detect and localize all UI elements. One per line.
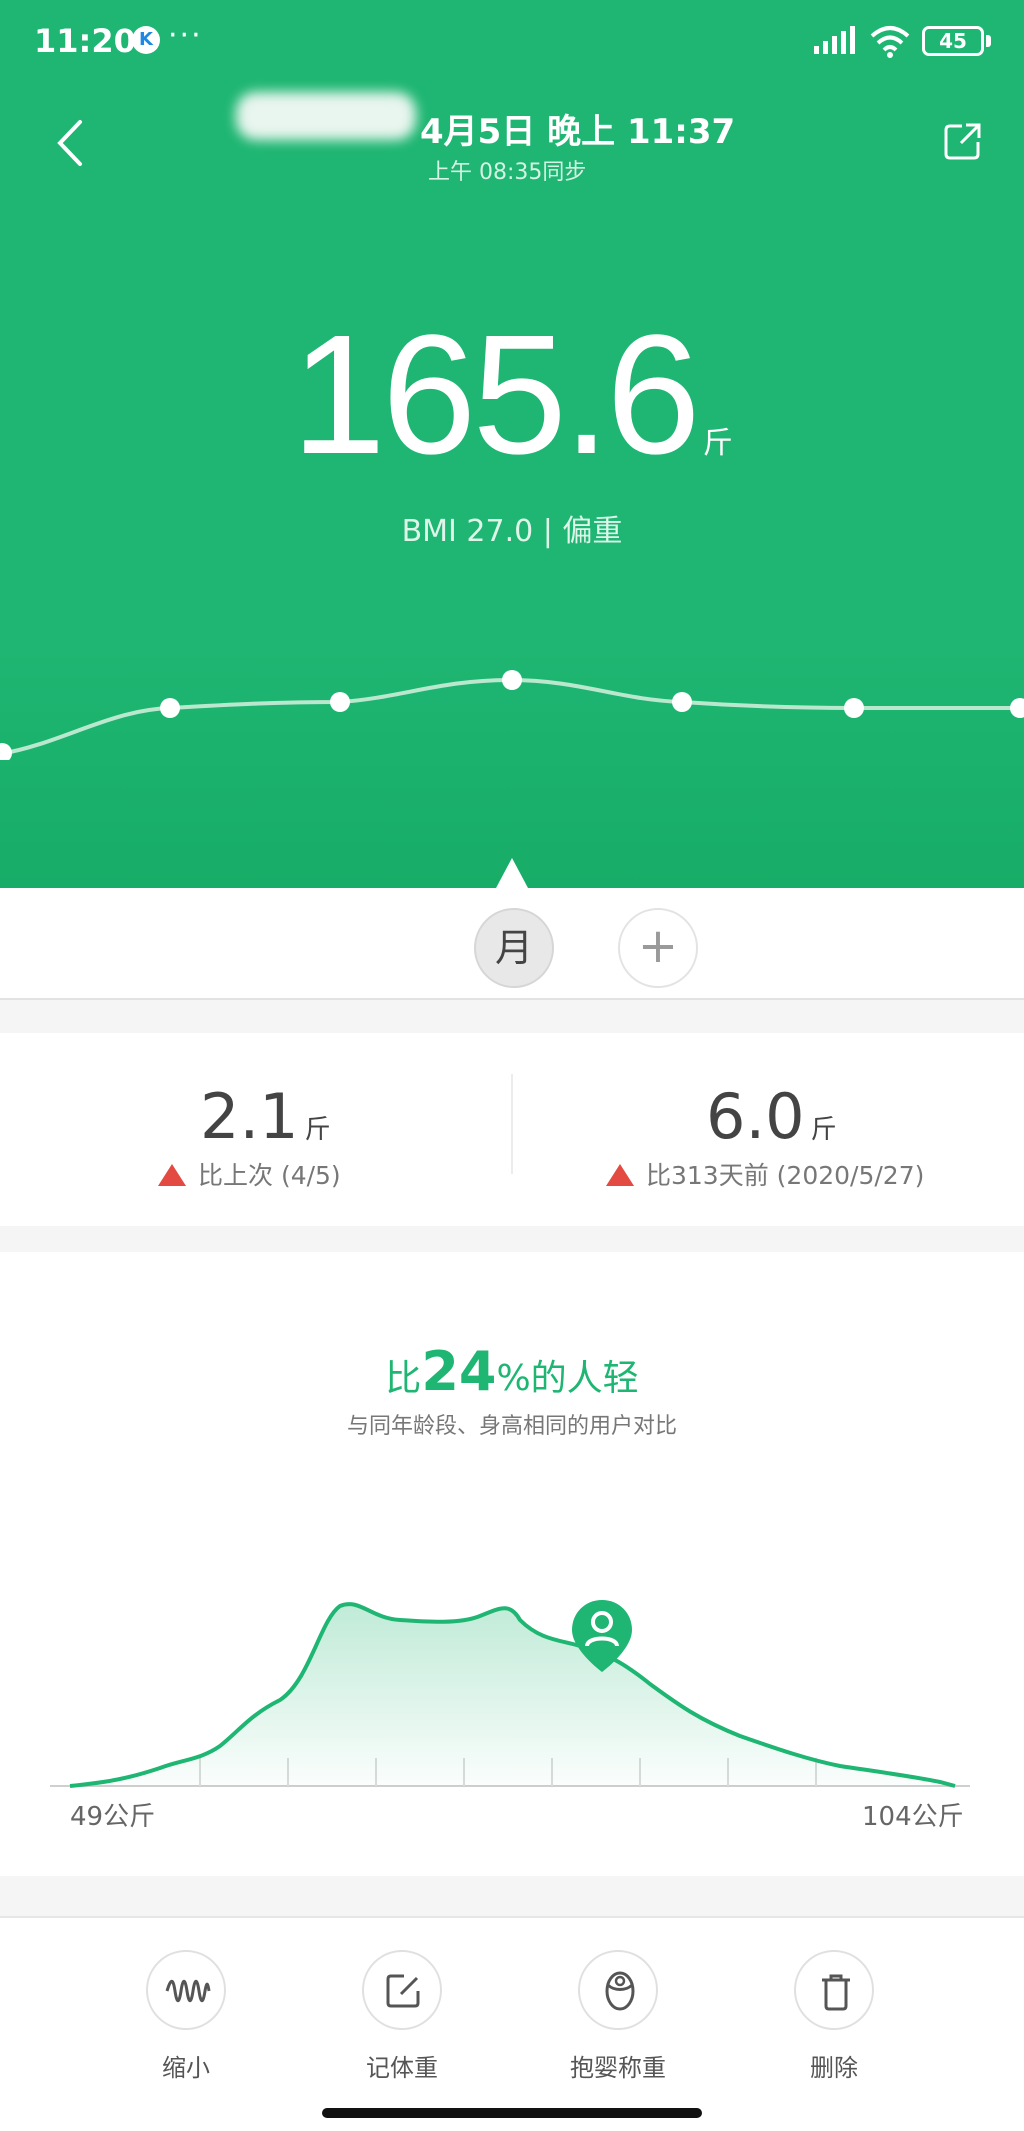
- record-weight-button[interactable]: 记体重: [342, 1950, 462, 2083]
- comparison-title: 比24%的人轻: [0, 1340, 1024, 1403]
- stat-past-number: 6.0: [706, 1080, 805, 1153]
- stat-last-text: 比上次 (4/5): [198, 1161, 341, 1190]
- weight-display: 165.6 斤: [0, 310, 1024, 480]
- trend-point: [672, 692, 692, 712]
- bmi-text: BMI 27.0 | 偏重: [401, 514, 623, 549]
- sync-time: 上午 08:35同步: [428, 160, 587, 185]
- wave-icon: [165, 1979, 211, 2003]
- distribution-min-label: 49公斤: [70, 1802, 156, 1832]
- trend-point: [502, 670, 522, 690]
- trend-point: [844, 698, 864, 718]
- back-arrow-icon[interactable]: [52, 118, 88, 168]
- weight-trend-chart[interactable]: [0, 640, 1024, 760]
- weight-unit: 斤: [702, 426, 733, 461]
- section-divider: [0, 998, 1024, 1033]
- stat-past-unit: 斤: [810, 1115, 837, 1145]
- stat-last-value: 2.1 斤: [200, 1080, 331, 1153]
- edit-icon: [386, 1974, 420, 2008]
- zoom-out-button[interactable]: 缩小: [126, 1950, 246, 2083]
- add-period-button[interactable]: +: [618, 908, 698, 988]
- action-label: 缩小: [162, 2054, 210, 2082]
- action-circle[interactable]: [362, 1950, 442, 2030]
- baby-weigh-button[interactable]: 抱婴称重: [558, 1950, 678, 2083]
- trend-point: [1010, 698, 1024, 718]
- battery-icon: 45: [922, 26, 984, 56]
- stat-last-number: 2.1: [200, 1080, 299, 1153]
- comparison-subtitle: 与同年龄段、身高相同的用户对比: [346, 1414, 677, 1439]
- status-bar: 11:20 K ··· 45: [0, 0, 1024, 80]
- wifi-icon: [870, 26, 910, 58]
- baby-icon: [605, 1971, 635, 2011]
- action-circle[interactable]: [794, 1950, 874, 2030]
- weight-distribution-chart: [50, 1600, 970, 1788]
- more-notifications-icon: ···: [168, 18, 203, 53]
- weight-value: 165.6: [291, 300, 700, 490]
- share-icon[interactable]: [944, 122, 982, 160]
- delete-button[interactable]: 删除: [774, 1950, 894, 2083]
- action-label: 抱婴称重: [570, 2054, 666, 2082]
- k-app-icon: K: [132, 26, 160, 54]
- comparison-suffix: %的人轻: [496, 1358, 639, 1399]
- selected-point-indicator: [496, 858, 528, 888]
- action-circle[interactable]: [146, 1950, 226, 2030]
- measurement-datetime: 4月5日 晚上 11:37: [420, 112, 736, 152]
- battery-tip: [986, 35, 991, 47]
- section-divider: [0, 1876, 1024, 1918]
- stat-past-text: 比313天前 (2020/5/27): [646, 1161, 925, 1190]
- action-circle[interactable]: [578, 1950, 658, 2030]
- action-label: 删除: [810, 2054, 858, 2082]
- stat-last-unit: 斤: [304, 1115, 331, 1145]
- status-time: 11:20: [34, 22, 136, 60]
- stat-past-value: 6.0 斤: [706, 1080, 837, 1153]
- period-month-button[interactable]: 月: [474, 908, 554, 988]
- stats-divider: [511, 1074, 513, 1174]
- comparison-percent: 24: [421, 1340, 497, 1403]
- home-indicator[interactable]: [322, 2108, 702, 2118]
- redacted-name: [236, 92, 416, 140]
- stat-past-caption: 比313天前 (2020/5/27): [606, 1156, 924, 1192]
- up-arrow-icon: [158, 1164, 186, 1186]
- stat-last-caption: 比上次 (4/5): [158, 1156, 341, 1192]
- up-arrow-icon: [606, 1164, 634, 1186]
- distribution-max-label: 104公斤: [862, 1802, 964, 1832]
- signal-icon: [814, 26, 855, 54]
- comparison-prefix: 比: [385, 1358, 422, 1399]
- trend-point: [160, 698, 180, 718]
- section-divider: [0, 1226, 1024, 1252]
- action-label: 记体重: [366, 2054, 438, 2082]
- trend-point: [0, 743, 12, 760]
- trash-icon: [822, 1974, 850, 2011]
- trend-point: [330, 692, 350, 712]
